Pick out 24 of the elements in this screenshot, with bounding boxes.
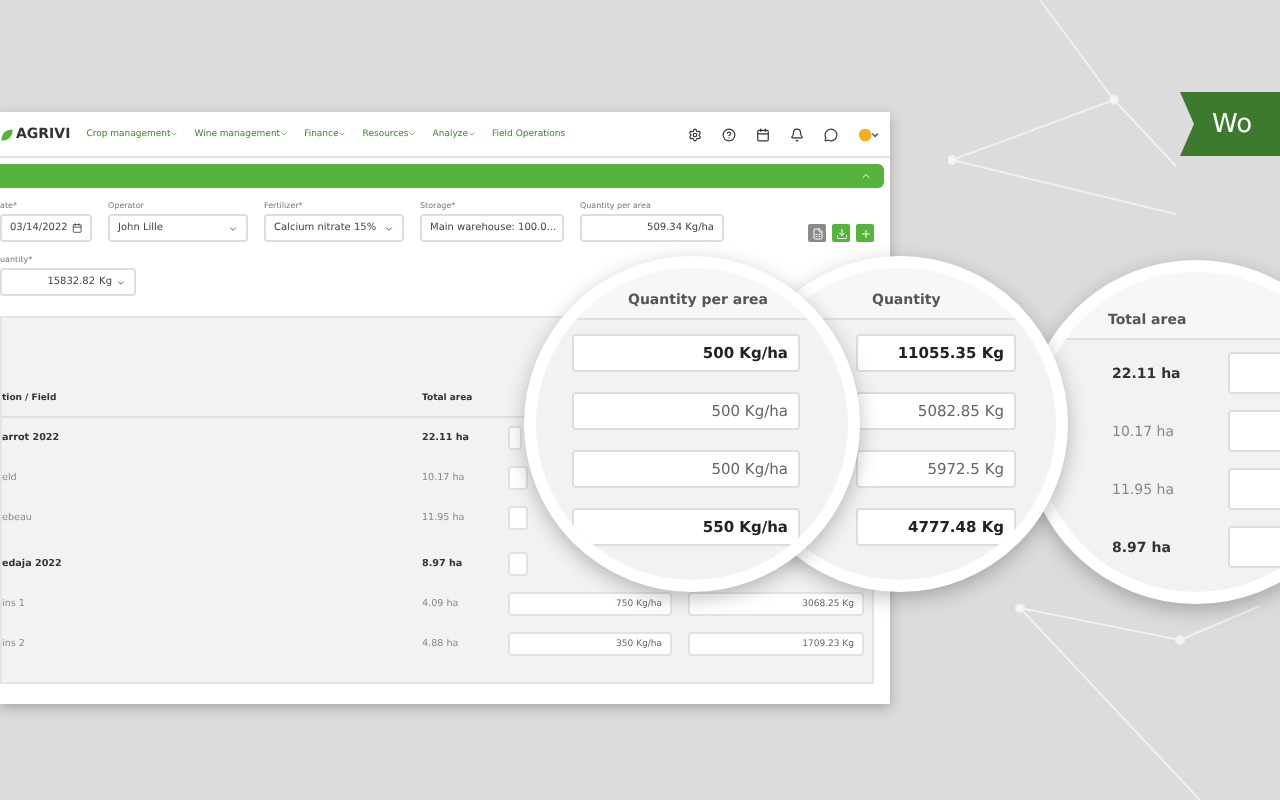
input-field[interactable] (508, 426, 522, 450)
download-button[interactable] (832, 224, 850, 242)
chat-icon[interactable] (824, 127, 838, 141)
ribbon-banner: Wo (1180, 92, 1280, 156)
calendar-icon[interactable] (756, 127, 770, 141)
spreadsheet-button[interactable] (808, 224, 826, 242)
settings-icon[interactable] (688, 127, 702, 141)
chevron-up-icon (860, 170, 872, 182)
avatar-icon[interactable] (858, 127, 878, 141)
plus-icon (859, 227, 871, 239)
caret-icon (228, 223, 238, 233)
input-field[interactable] (508, 506, 528, 530)
leaf-icon (0, 127, 14, 141)
spreadsheet-icon (811, 227, 823, 239)
calendar-icon (71, 222, 82, 234)
input-field[interactable] (508, 552, 528, 576)
caret-icon (384, 223, 394, 233)
caret-icon (116, 277, 126, 287)
bell-icon[interactable] (790, 127, 804, 141)
add-button[interactable] (856, 224, 874, 242)
input-field[interactable] (508, 466, 528, 490)
download-icon (835, 227, 847, 239)
section-header-bar[interactable] (0, 164, 884, 188)
help-icon[interactable] (722, 127, 736, 141)
